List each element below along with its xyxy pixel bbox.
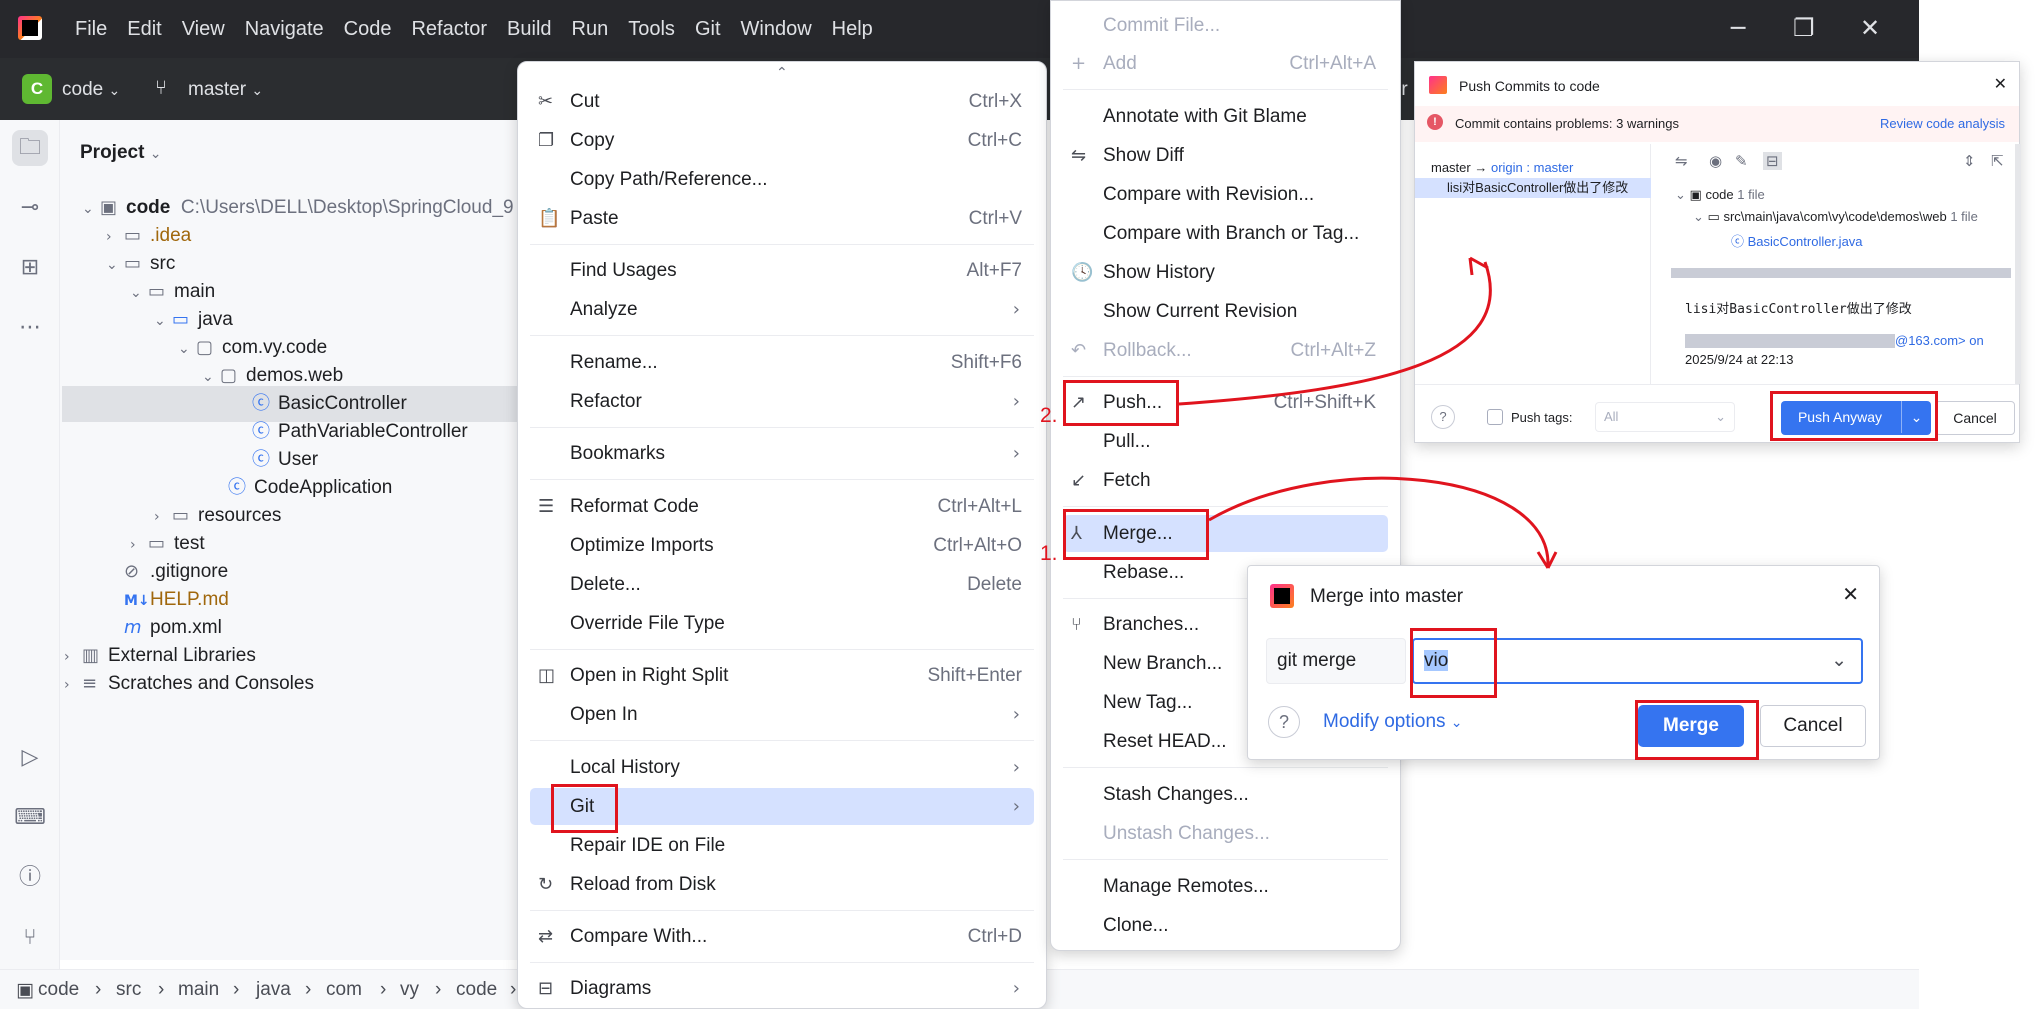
- arrow-push-to-dialog: [1178, 261, 1492, 406]
- annotation-arrows: [1178, 256, 1558, 569]
- arrowhead-push: [1468, 256, 1489, 276]
- arrow-merge-to-dialog: [1208, 476, 1550, 566]
